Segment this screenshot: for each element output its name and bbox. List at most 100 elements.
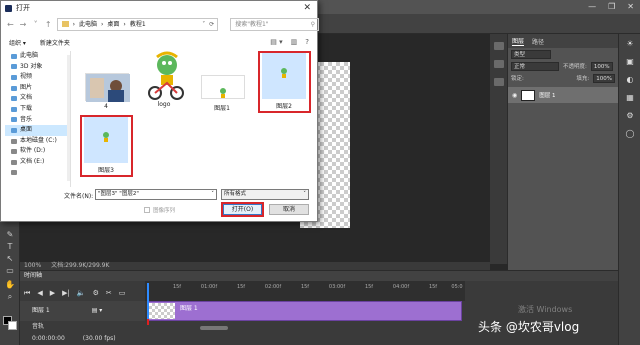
- preview-pane-icon[interactable]: ▥: [291, 38, 298, 46]
- properties-icon[interactable]: [494, 60, 504, 68]
- opacity-input[interactable]: 100%: [590, 61, 613, 71]
- search-input[interactable]: 搜索"教程1" ⚲: [230, 17, 319, 31]
- nav-item-downloads[interactable]: 下载: [5, 104, 70, 115]
- filename-input[interactable]: "图层3" "图层2" ˅: [95, 189, 217, 200]
- settings-icon[interactable]: ⚙: [625, 112, 635, 120]
- adjustments-icon[interactable]: [494, 78, 504, 86]
- forward-arrow-icon[interactable]: →: [19, 20, 28, 29]
- audio-icon[interactable]: 🔈: [77, 289, 86, 297]
- play-icon[interactable]: ▶: [50, 289, 55, 297]
- toutiao-watermark: 头条 @坎农哥vlog: [478, 320, 580, 334]
- window-controls: — ❐ ✕: [588, 2, 634, 11]
- refresh-icon[interactable]: ⟳: [209, 19, 217, 30]
- fill-input[interactable]: 100%: [593, 73, 615, 83]
- timeline-tab[interactable]: 时间轴: [20, 271, 618, 281]
- nav-item-drive-e[interactable]: 文档 (E:): [5, 157, 70, 168]
- color-icon[interactable]: ☀: [625, 40, 635, 48]
- nav-item-desktop[interactable]: 桌面: [5, 125, 70, 136]
- file-type-dropdown-icon[interactable]: ˅: [303, 190, 306, 199]
- file-item[interactable]: logo: [137, 51, 191, 111]
- timeline-ruler[interactable]: 15f 01:00f 15f 02:00f 15f 03:00f 15f 04:…: [145, 281, 465, 301]
- breadcrumb-this-pc[interactable]: 此电脑: [79, 19, 97, 30]
- minimize-button[interactable]: —: [588, 2, 596, 11]
- nav-item-drive-extra[interactable]: [5, 168, 70, 179]
- up-arrow-icon[interactable]: ↑: [44, 20, 53, 29]
- restore-button[interactable]: ❐: [608, 2, 615, 11]
- background-color-swatch[interactable]: [8, 321, 17, 330]
- split-icon[interactable]: ✂: [106, 289, 112, 297]
- grid-icon[interactable]: ▦: [625, 94, 635, 102]
- breadcrumb-desktop[interactable]: 桌面: [107, 19, 119, 30]
- download-icon: [11, 106, 17, 112]
- search-icon[interactable]: ⚲: [311, 19, 315, 30]
- timeline-scrollbar[interactable]: [200, 326, 228, 330]
- nav-item-this-pc[interactable]: 此电脑: [5, 51, 70, 62]
- change-view-icon[interactable]: ▤ ▾: [270, 38, 282, 46]
- layer-row[interactable]: ◉ 图层 1: [508, 87, 618, 103]
- image-sequence-checkbox[interactable]: [144, 207, 150, 213]
- filename-dropdown-icon[interactable]: ˅: [211, 190, 214, 199]
- close-icon[interactable]: ✕: [303, 3, 311, 13]
- first-frame-icon[interactable]: ⏮: [24, 289, 30, 298]
- cancel-button[interactable]: 取消: [269, 204, 309, 215]
- transition-icon[interactable]: ▭: [119, 289, 126, 297]
- address-dropdown-icon[interactable]: ˅: [202, 19, 205, 30]
- circle-icon[interactable]: ◯: [625, 130, 635, 138]
- swatches-icon[interactable]: ▣: [625, 58, 635, 66]
- blend-mode-select[interactable]: 正常: [511, 61, 559, 71]
- nav-item-videos[interactable]: 视频: [5, 72, 70, 83]
- color-swatches[interactable]: [3, 316, 17, 330]
- breadcrumb-tutorial1[interactable]: 教程1: [130, 19, 146, 30]
- playhead[interactable]: [147, 283, 149, 319]
- logo-thumbnail: [148, 51, 184, 100]
- layers-panel-tabs: 图层 路径: [508, 34, 618, 48]
- nav-item-pictures[interactable]: 图片: [5, 83, 70, 94]
- help-icon[interactable]: ?: [305, 38, 309, 46]
- nav-item-documents[interactable]: 文档: [5, 93, 70, 104]
- dialog-titlebar[interactable]: 打开: [1, 1, 317, 15]
- timeline-controls: ⏮ ◀ ▶ ▶| 🔈 ⚙ ✂ ▭: [20, 285, 145, 301]
- tab-paths[interactable]: 路径: [532, 37, 544, 46]
- rectangle-tool-icon[interactable]: ▭: [4, 266, 16, 276]
- recent-locations-chevron-icon[interactable]: ˅: [31, 20, 40, 29]
- back-arrow-icon[interactable]: ←: [6, 20, 15, 29]
- type-tool-icon[interactable]: T: [4, 242, 16, 252]
- previous-frame-icon[interactable]: ◀: [37, 289, 42, 297]
- file-item[interactable]: 图层1: [195, 71, 249, 131]
- history-icon[interactable]: [494, 42, 504, 50]
- next-frame-icon[interactable]: ▶|: [62, 289, 70, 297]
- layer-thumbnail: [521, 89, 536, 101]
- tab-layers[interactable]: 图层: [512, 36, 525, 46]
- new-folder-button[interactable]: 新建文件夹: [40, 38, 70, 47]
- address-bar[interactable]: › 此电脑 › 桌面 › 教程1 ˅ ⟳: [56, 17, 219, 31]
- audio-track-header[interactable]: 音轨: [20, 321, 145, 333]
- nav-item-drive-c[interactable]: 本地磁盘 (C:): [5, 136, 70, 147]
- close-window-button[interactable]: ✕: [627, 2, 634, 11]
- zoom-level[interactable]: 100%: [24, 262, 41, 270]
- nav-label: 音乐: [20, 115, 33, 123]
- navigation-scrollbar[interactable]: [67, 55, 70, 181]
- organize-button[interactable]: 组织 ▾: [9, 38, 26, 47]
- image-sequence-option[interactable]: 图像序列: [144, 206, 175, 214]
- ruler-tick: 01:00f: [200, 284, 218, 290]
- nav-item-drive-d[interactable]: 软件 (D:): [5, 146, 70, 157]
- highlight-box: [221, 202, 264, 217]
- file-type-select[interactable]: 所有格式 ˅: [221, 189, 309, 200]
- panel-icon-strip: [490, 34, 508, 264]
- track-menu-icon[interactable]: ▤ ▾: [92, 301, 103, 321]
- layer-filter-row: 类型: [508, 48, 618, 60]
- timeline-settings-icon[interactable]: ⚙: [93, 289, 99, 297]
- timeline-clip[interactable]: 图层 1: [147, 301, 462, 321]
- pen-tool-icon[interactable]: ✎: [4, 230, 16, 240]
- zoom-tool-icon[interactable]: ⌕: [4, 292, 16, 302]
- nav-item-3d-objects[interactable]: 3D 对象: [5, 62, 70, 73]
- nav-item-music[interactable]: 音乐: [5, 115, 70, 126]
- image-sequence-label: 图像序列: [153, 208, 176, 214]
- blend-row: 正常 不透明度: 100%: [508, 60, 618, 72]
- adjust-icon[interactable]: ◐: [625, 76, 635, 84]
- hand-tool-icon[interactable]: ✋: [4, 280, 16, 290]
- eye-icon[interactable]: ◉: [512, 92, 517, 99]
- path-select-tool-icon[interactable]: ↖: [4, 254, 16, 264]
- video-track-header[interactable]: 图层 1 ▤ ▾: [20, 301, 145, 321]
- layer-filter-select[interactable]: 类型: [511, 49, 551, 59]
